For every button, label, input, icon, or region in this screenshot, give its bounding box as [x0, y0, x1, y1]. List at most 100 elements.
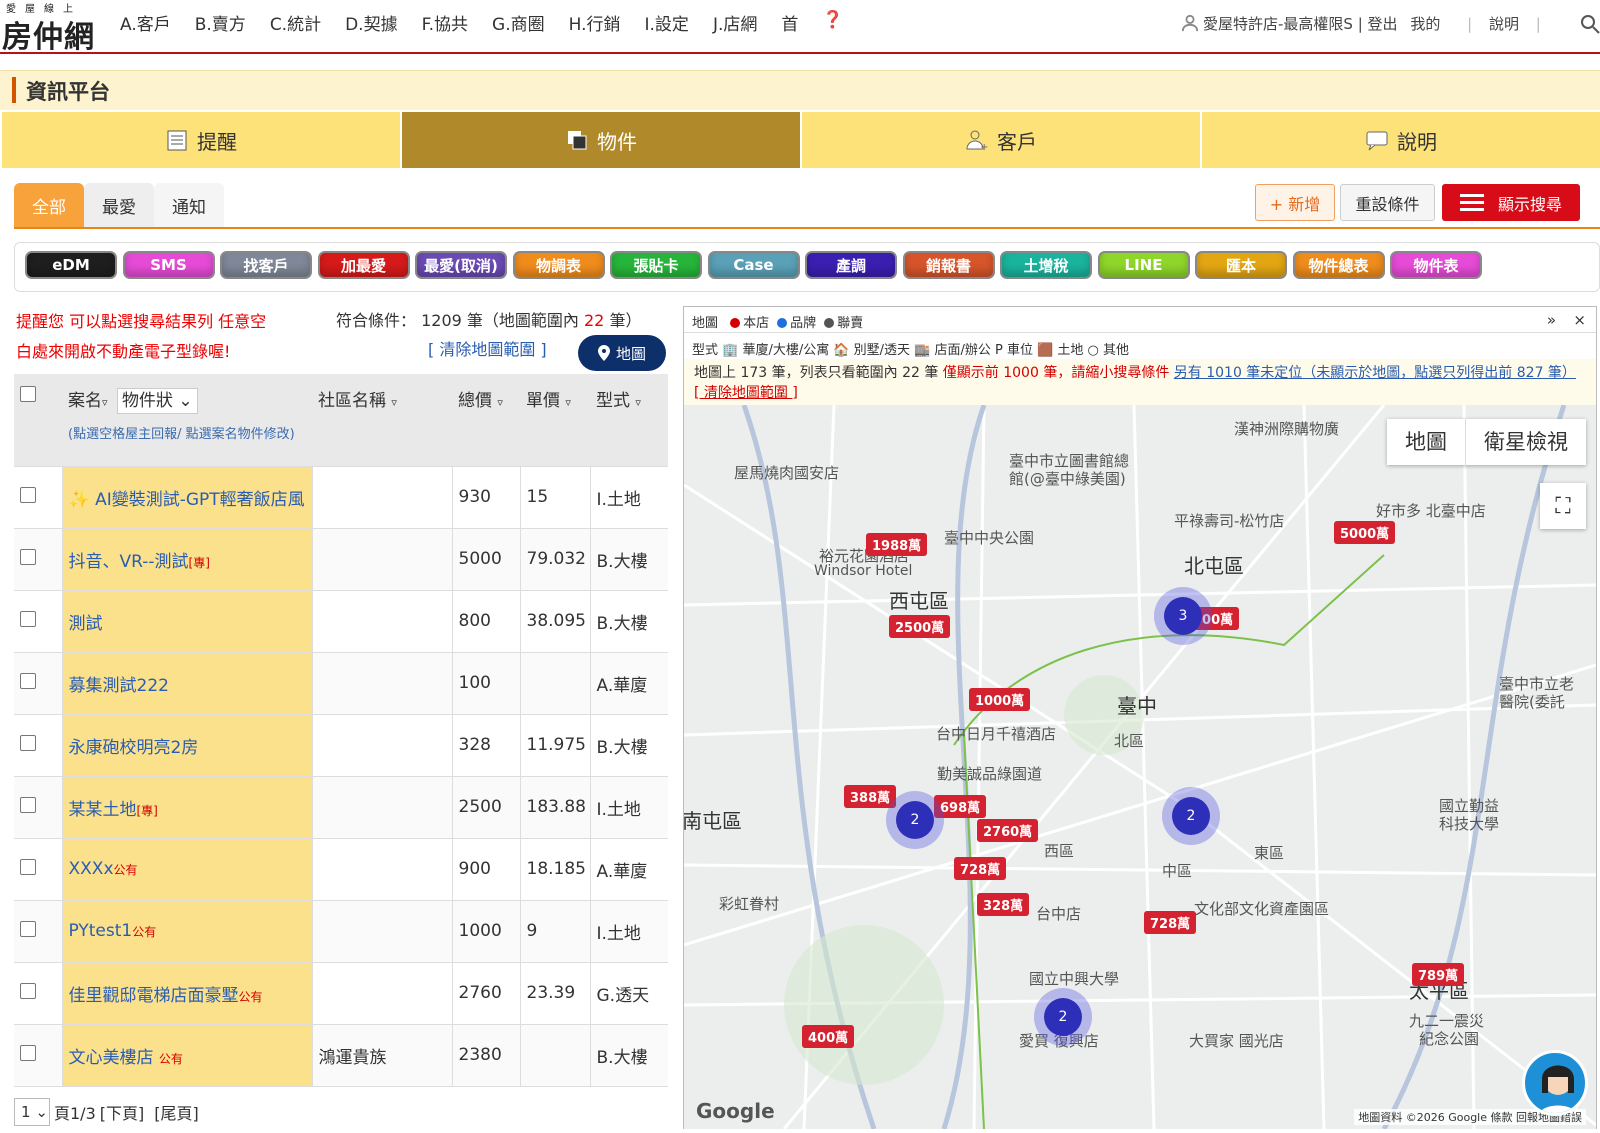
- map-place-label[interactable]: 北屯區: [1184, 550, 1244, 579]
- page-select[interactable]: 1 ⌄: [14, 1098, 50, 1126]
- listing-name-cell[interactable]: 抖音、VR--測試[專]: [62, 528, 313, 591]
- unlocated-link[interactable]: 另有 1010 筆未定位（未顯示於地圖，點選只列得出前 827 筆）: [1174, 365, 1576, 381]
- row-checkbox[interactable]: [20, 548, 36, 565]
- table-row[interactable]: 佳里觀邸電梯店面豪墅公有 2760 23.39 G.透天: [14, 962, 668, 1025]
- pill-button-8[interactable]: 產調: [805, 251, 897, 279]
- map-place-label[interactable]: 中區: [1162, 860, 1192, 881]
- map-place-label[interactable]: 北區: [1114, 730, 1144, 751]
- map-place-label[interactable]: 台中店: [1036, 903, 1081, 924]
- row-checkbox[interactable]: [20, 672, 36, 689]
- map-place-label[interactable]: 文化部文化資產園區: [1194, 898, 1329, 919]
- listing-name[interactable]: 佳里觀邸電梯店面豪墅: [69, 986, 239, 1006]
- nav-item-customer[interactable]: A.客戶: [120, 10, 171, 35]
- listing-name-cell[interactable]: ✨ AI變裝測試-GPT輕奢飯店風: [62, 466, 313, 529]
- support-avatar[interactable]: [1522, 1050, 1588, 1116]
- pill-button-7[interactable]: Case: [707, 251, 800, 279]
- table-row[interactable]: 某某土地[專] 2500 183.88 I.土地: [14, 776, 668, 839]
- nav-item-stats[interactable]: C.統計: [270, 10, 321, 35]
- logo[interactable]: 房仲網: [2, 12, 95, 56]
- listing-name-cell[interactable]: 永康砲校明亮2房: [62, 714, 313, 777]
- row-checkbox[interactable]: [20, 734, 36, 751]
- tab-listings[interactable]: 物件: [402, 112, 800, 168]
- about-link[interactable]: 說明: [1489, 15, 1519, 33]
- table-row[interactable]: 測試 800 38.095 B.大樓: [14, 590, 668, 653]
- map-place-label[interactable]: 西區: [1044, 840, 1074, 861]
- show-search-button[interactable]: 顯示搜尋: [1442, 184, 1580, 221]
- map-place-label[interactable]: 紀念公園: [1419, 1028, 1479, 1049]
- nav-item-cooperation[interactable]: F.協共: [422, 10, 468, 35]
- nav-item-store-web[interactable]: J.店網: [713, 10, 757, 35]
- map-price-marker[interactable]: 328萬: [977, 893, 1030, 916]
- tab-help[interactable]: 說明: [1202, 112, 1600, 168]
- row-checkbox[interactable]: [20, 486, 36, 503]
- map-price-marker[interactable]: 388萬: [844, 785, 897, 808]
- pill-button-2[interactable]: 找客戶: [220, 251, 312, 279]
- nav-item-marketing[interactable]: H.行銷: [569, 10, 621, 35]
- row-checkbox[interactable]: [20, 796, 36, 813]
- map-view-button[interactable]: 地圖: [1387, 419, 1465, 465]
- map-price-marker[interactable]: 1988萬: [866, 533, 928, 556]
- map-price-marker[interactable]: 2500萬: [889, 615, 951, 638]
- type-header[interactable]: 型式 ▿: [590, 374, 668, 467]
- map-cluster-marker[interactable]: 2: [896, 801, 934, 839]
- select-all-checkbox[interactable]: [20, 386, 36, 402]
- map-price-marker[interactable]: 698萬: [934, 795, 987, 818]
- map-place-label[interactable]: 台中日月千禧酒店: [936, 723, 1056, 744]
- listing-name-cell[interactable]: XXXx公有: [62, 838, 313, 901]
- map-price-marker[interactable]: 728萬: [1144, 911, 1197, 934]
- map-place-label[interactable]: 平祿壽司-松竹店: [1174, 510, 1284, 531]
- map-cluster-marker[interactable]: 2: [1044, 998, 1082, 1036]
- map-price-marker[interactable]: 728萬: [954, 857, 1007, 880]
- nav-item-home[interactable]: 首: [781, 10, 798, 35]
- listing-name[interactable]: XXXx: [69, 859, 114, 879]
- map-place-label[interactable]: 科技大學: [1439, 813, 1499, 834]
- map-price-marker[interactable]: 2760萬: [977, 819, 1039, 842]
- map-place-label[interactable]: 大買家 國光店: [1189, 1030, 1284, 1051]
- expand-icon[interactable]: »: [1547, 311, 1556, 329]
- total-price-header[interactable]: 總價 ▿: [452, 374, 520, 467]
- map-button[interactable]: 地圖: [578, 335, 666, 371]
- map-place-label[interactable]: 彩虹眷村: [719, 893, 779, 914]
- pill-button-12[interactable]: 匯本: [1195, 251, 1287, 279]
- listing-name-cell[interactable]: PYtest1公有: [62, 900, 313, 963]
- subtab-favorites[interactable]: 最愛: [84, 183, 154, 227]
- table-row[interactable]: XXXx公有 900 18.185 A.華廈: [14, 838, 668, 901]
- map-place-label[interactable]: 臺中: [1117, 690, 1157, 719]
- nav-item-seller[interactable]: B.賣方: [195, 10, 246, 35]
- listing-name-cell[interactable]: 文心美樓店 公有: [62, 1024, 313, 1087]
- row-checkbox[interactable]: [20, 920, 36, 937]
- subtab-notifications[interactable]: 通知: [154, 183, 224, 227]
- map-price-marker[interactable]: 1000萬: [969, 688, 1031, 711]
- pill-button-11[interactable]: LINE: [1097, 251, 1190, 279]
- listing-name-cell[interactable]: 某某土地[專]: [62, 776, 313, 839]
- pill-button-6[interactable]: 張貼卡: [610, 251, 702, 279]
- pill-button-4[interactable]: 最愛(取消): [415, 251, 507, 279]
- pill-button-3[interactable]: 加最愛: [317, 251, 410, 279]
- table-row[interactable]: ✨ AI變裝測試-GPT輕奢飯店風 930 15 I.土地: [14, 466, 668, 529]
- close-icon[interactable]: ×: [1573, 311, 1586, 329]
- table-row[interactable]: 文心美樓店 公有 鴻運貴族 2380 B.大樓: [14, 1024, 668, 1087]
- row-checkbox[interactable]: [20, 982, 36, 999]
- status-dropdown[interactable]: 物件狀 ⌄: [116, 388, 198, 414]
- map-canvas[interactable]: 北屯區 西屯區 臺中 南屯區 北區 西區 中區 東區 太平區 臺中市立圖書館總 館(@臺中綠美園) 屋…: [684, 405, 1596, 1129]
- pill-button-0[interactable]: eDM: [25, 251, 117, 279]
- listing-name[interactable]: ✨ AI變裝測試-GPT輕奢飯店風: [69, 490, 305, 510]
- map-place-label[interactable]: 醫院(委託: [1499, 691, 1565, 712]
- row-checkbox[interactable]: [20, 858, 36, 875]
- listing-name[interactable]: 抖音、VR--測試: [69, 552, 189, 572]
- map-cluster-marker[interactable]: 3: [1164, 597, 1202, 635]
- listing-name[interactable]: 永康砲校明亮2房: [69, 738, 199, 758]
- help-icon[interactable]: ❓: [822, 10, 843, 35]
- pill-button-1[interactable]: SMS: [122, 251, 215, 279]
- listing-name-cell[interactable]: 測試: [62, 590, 313, 653]
- map-place-label[interactable]: Windsor Hotel: [814, 563, 912, 579]
- map-price-marker[interactable]: 5000萬: [1334, 521, 1396, 544]
- listing-name[interactable]: 募集測試222: [69, 676, 169, 696]
- map-place-label[interactable]: 西屯區: [889, 585, 949, 614]
- next-page-link[interactable]: [下頁]: [100, 1100, 145, 1124]
- map-price-marker[interactable]: 789萬: [1412, 963, 1465, 986]
- nav-item-settings[interactable]: I.設定: [645, 10, 689, 35]
- map-price-marker[interactable]: 400萬: [802, 1025, 855, 1048]
- mine-link[interactable]: 我的: [1410, 15, 1440, 33]
- map-place-label[interactable]: 南屯區: [684, 805, 742, 834]
